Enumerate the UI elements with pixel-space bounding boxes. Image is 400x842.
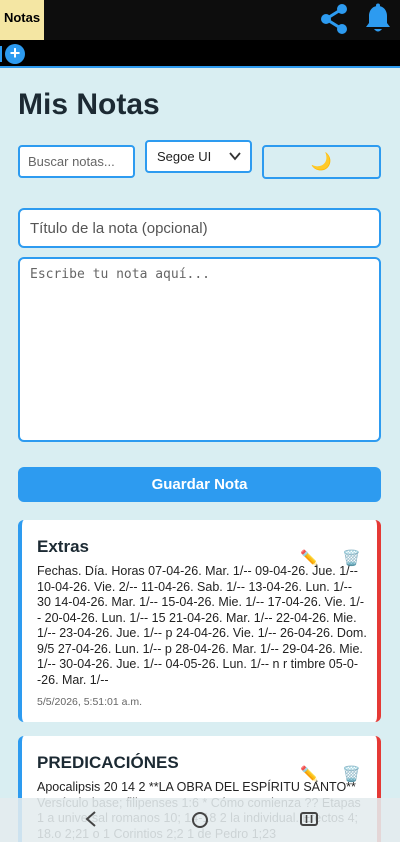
note-body: Fechas. Día. Horas 07-04-26. Mar. 1/-- 0… bbox=[37, 564, 367, 687]
back-icon[interactable] bbox=[84, 810, 98, 828]
recent-apps-icon[interactable] bbox=[300, 811, 318, 827]
add-tab-icon[interactable]: + bbox=[5, 44, 25, 64]
note-date: 5/5/2026, 5:51:01 a.m. bbox=[37, 696, 143, 708]
note-title: Extras bbox=[37, 537, 89, 556]
top-bar: Notas bbox=[0, 0, 400, 40]
note-title-input[interactable] bbox=[18, 208, 381, 248]
note-body-textarea[interactable] bbox=[18, 257, 381, 442]
page-title: Mis Notas bbox=[18, 88, 160, 121]
theme-toggle-button[interactable]: 🌙 bbox=[262, 145, 381, 179]
tab-strip: + bbox=[0, 40, 400, 68]
bell-icon[interactable] bbox=[363, 2, 393, 36]
search-input[interactable] bbox=[18, 145, 135, 178]
font-select[interactable]: Segoe UI bbox=[145, 140, 252, 173]
system-nav-bar bbox=[0, 798, 400, 842]
note-title: PREDICACIÓNES bbox=[37, 753, 179, 772]
font-select-value: Segoe UI bbox=[157, 149, 212, 164]
save-note-button[interactable]: Guardar Nota bbox=[18, 467, 381, 502]
home-icon[interactable] bbox=[190, 810, 210, 830]
note-card[interactable]: Extras ✏️ 🗑️ Fechas. Día. Horas 07-04-26… bbox=[18, 520, 381, 722]
moon-icon: 🌙 bbox=[310, 152, 333, 171]
app-tab[interactable]: Notas bbox=[0, 0, 44, 40]
active-tab-marker bbox=[0, 46, 2, 62]
chevron-down-icon bbox=[229, 152, 241, 161]
share-icon[interactable] bbox=[316, 2, 352, 36]
